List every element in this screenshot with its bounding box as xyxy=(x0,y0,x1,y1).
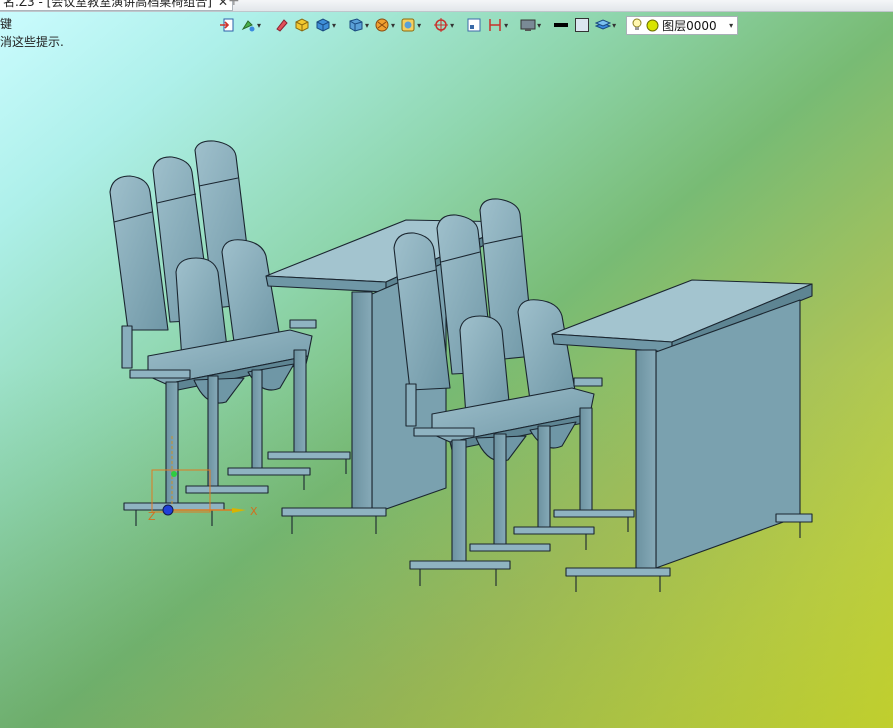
chevron-down-icon[interactable]: ▾ xyxy=(332,21,336,30)
view-toolbar: ▾ ▾ ▾ ▾ ▾ ▾ ▾ ▾ ▾ 图层0000 ▾ xyxy=(218,14,739,36)
line-color-icon xyxy=(554,23,569,27)
fill-color-icon xyxy=(575,18,590,32)
lightbulb-icon xyxy=(632,18,642,30)
render-icon xyxy=(375,18,389,32)
paint-button[interactable]: ▾ xyxy=(239,15,262,35)
frame-icon xyxy=(401,18,415,32)
paint-icon xyxy=(241,20,255,32)
fill-color-button[interactable] xyxy=(573,15,591,35)
hint-line-2: 消这些提示. xyxy=(0,35,64,49)
chevron-down-icon[interactable]: ▾ xyxy=(537,21,541,30)
window-icon xyxy=(467,18,481,32)
layer-color-dot-icon xyxy=(646,19,659,31)
axis-gizmo[interactable]: X Z xyxy=(148,436,258,523)
target-icon xyxy=(434,18,449,32)
title-bar: 名.Z3 - [会议室教室演讲高档桌椅组合] ✕ + xyxy=(0,0,893,12)
document-tab-title: 名.Z3 - [会议室教室演讲高档桌椅组合] xyxy=(3,0,212,9)
dimension-button[interactable]: ▾ xyxy=(486,15,509,35)
chair-row-back-left[interactable] xyxy=(109,140,351,526)
view-cube-button[interactable]: ▾ xyxy=(347,15,370,35)
chevron-down-icon[interactable]: ▾ xyxy=(450,21,454,30)
close-tab-icon[interactable]: ✕ xyxy=(218,0,228,9)
chevron-down-icon[interactable]: ▾ xyxy=(365,21,369,30)
eraser-button[interactable] xyxy=(272,15,290,35)
eraser-icon xyxy=(276,19,288,32)
box-icon xyxy=(295,18,309,32)
svg-text:X: X xyxy=(250,505,258,518)
chevron-down-icon[interactable]: ▾ xyxy=(417,21,421,30)
layers-icon xyxy=(595,19,612,30)
line-color-button[interactable] xyxy=(552,15,570,35)
layer-name: 图层0000 xyxy=(662,18,717,33)
chevron-down-icon[interactable]: ▾ xyxy=(391,21,395,30)
svg-text:Z: Z xyxy=(148,510,156,523)
view-cube-icon xyxy=(349,18,363,32)
box-button[interactable] xyxy=(293,15,311,35)
document-tab[interactable]: 名.Z3 - [会议室教室演讲高档桌椅组合] ✕ xyxy=(0,0,234,11)
chevron-down-icon[interactable]: ▾ xyxy=(257,21,261,30)
dimension-icon xyxy=(489,19,501,31)
import-icon xyxy=(220,18,234,32)
hint-line-1: 键 xyxy=(0,17,13,31)
3d-viewport[interactable]: X Z 名.Z3 - [会议室教室演讲高档桌椅组合] ✕ + 键 消这些提示. ▾… xyxy=(0,0,893,728)
layers-button[interactable]: ▾ xyxy=(594,15,617,35)
chevron-down-icon[interactable]: ▾ xyxy=(504,21,508,30)
model-scene[interactable]: X Z xyxy=(0,0,893,728)
display-icon xyxy=(520,19,536,31)
window-button[interactable] xyxy=(465,15,483,35)
chevron-down-icon[interactable]: ▾ xyxy=(729,21,733,30)
chevron-down-icon[interactable]: ▾ xyxy=(612,21,616,30)
new-tab-button[interactable]: + xyxy=(228,0,240,9)
cube-icon xyxy=(316,18,330,32)
cube-button[interactable]: ▾ xyxy=(314,15,337,35)
import-button[interactable] xyxy=(218,15,236,35)
display-button[interactable]: ▾ xyxy=(519,15,542,35)
render-button[interactable]: ▾ xyxy=(373,15,396,35)
frame-button[interactable]: ▾ xyxy=(399,15,422,35)
layer-select[interactable]: 图层0000 ▾ xyxy=(626,15,739,35)
target-button[interactable]: ▾ xyxy=(432,15,455,35)
